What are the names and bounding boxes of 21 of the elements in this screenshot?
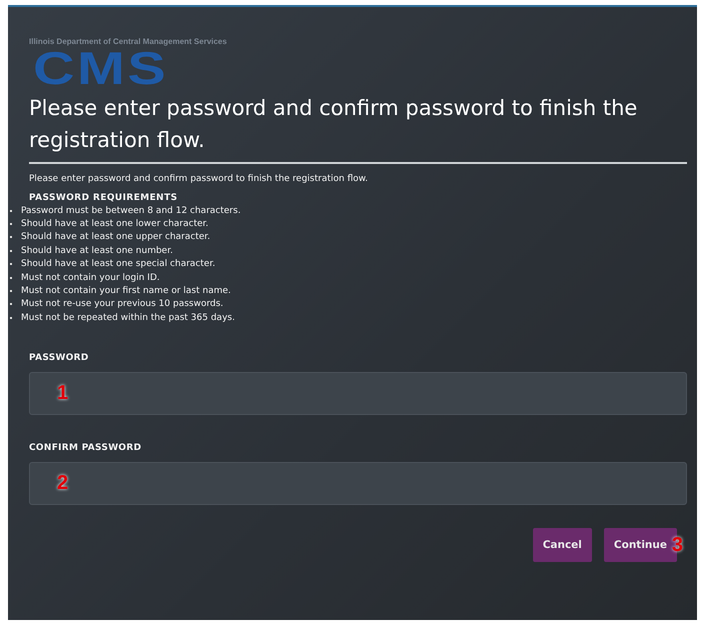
agency-name: Illinois Department of Central Management Services bbox=[29, 37, 228, 46]
callout-number: 1 bbox=[57, 382, 68, 405]
page-title: Please enter password and confirm password to finish the registration flow. bbox=[29, 95, 638, 154]
password-field[interactable] bbox=[29, 462, 687, 505]
requirement-text: Must not contain your login ID. bbox=[21, 272, 160, 283]
action-button[interactable]: Cancel bbox=[532, 528, 592, 562]
callout-number: 2 bbox=[57, 472, 68, 495]
field-label: CONFIRM PASSWORD bbox=[29, 442, 142, 453]
requirement-text: Should have at least one number. bbox=[21, 246, 173, 256]
requirement-text: Should have at least one lower character. bbox=[21, 219, 208, 230]
requirement-text: Must not re-use your previous 10 passwords. bbox=[21, 299, 224, 310]
requirement-text: Should have at least one upper character. bbox=[21, 232, 210, 242]
requirement-text: Should have at least one special character. bbox=[21, 259, 216, 270]
intro-text: Please enter password and confirm password to finish the registration flow. bbox=[29, 174, 369, 184]
requirements-heading: PASSWORD REQUIREMENTS bbox=[29, 193, 179, 203]
requirement-text: Must not be repeated within the past 365 days. bbox=[21, 312, 235, 323]
requirement-text: Must not contain your first name or last name. bbox=[21, 286, 231, 296]
requirement-text: Password must be between 8 and 12 characters. bbox=[21, 206, 241, 216]
field-label: PASSWORD bbox=[29, 352, 90, 363]
logo: CMS bbox=[33, 46, 168, 90]
password-field[interactable] bbox=[29, 372, 687, 415]
